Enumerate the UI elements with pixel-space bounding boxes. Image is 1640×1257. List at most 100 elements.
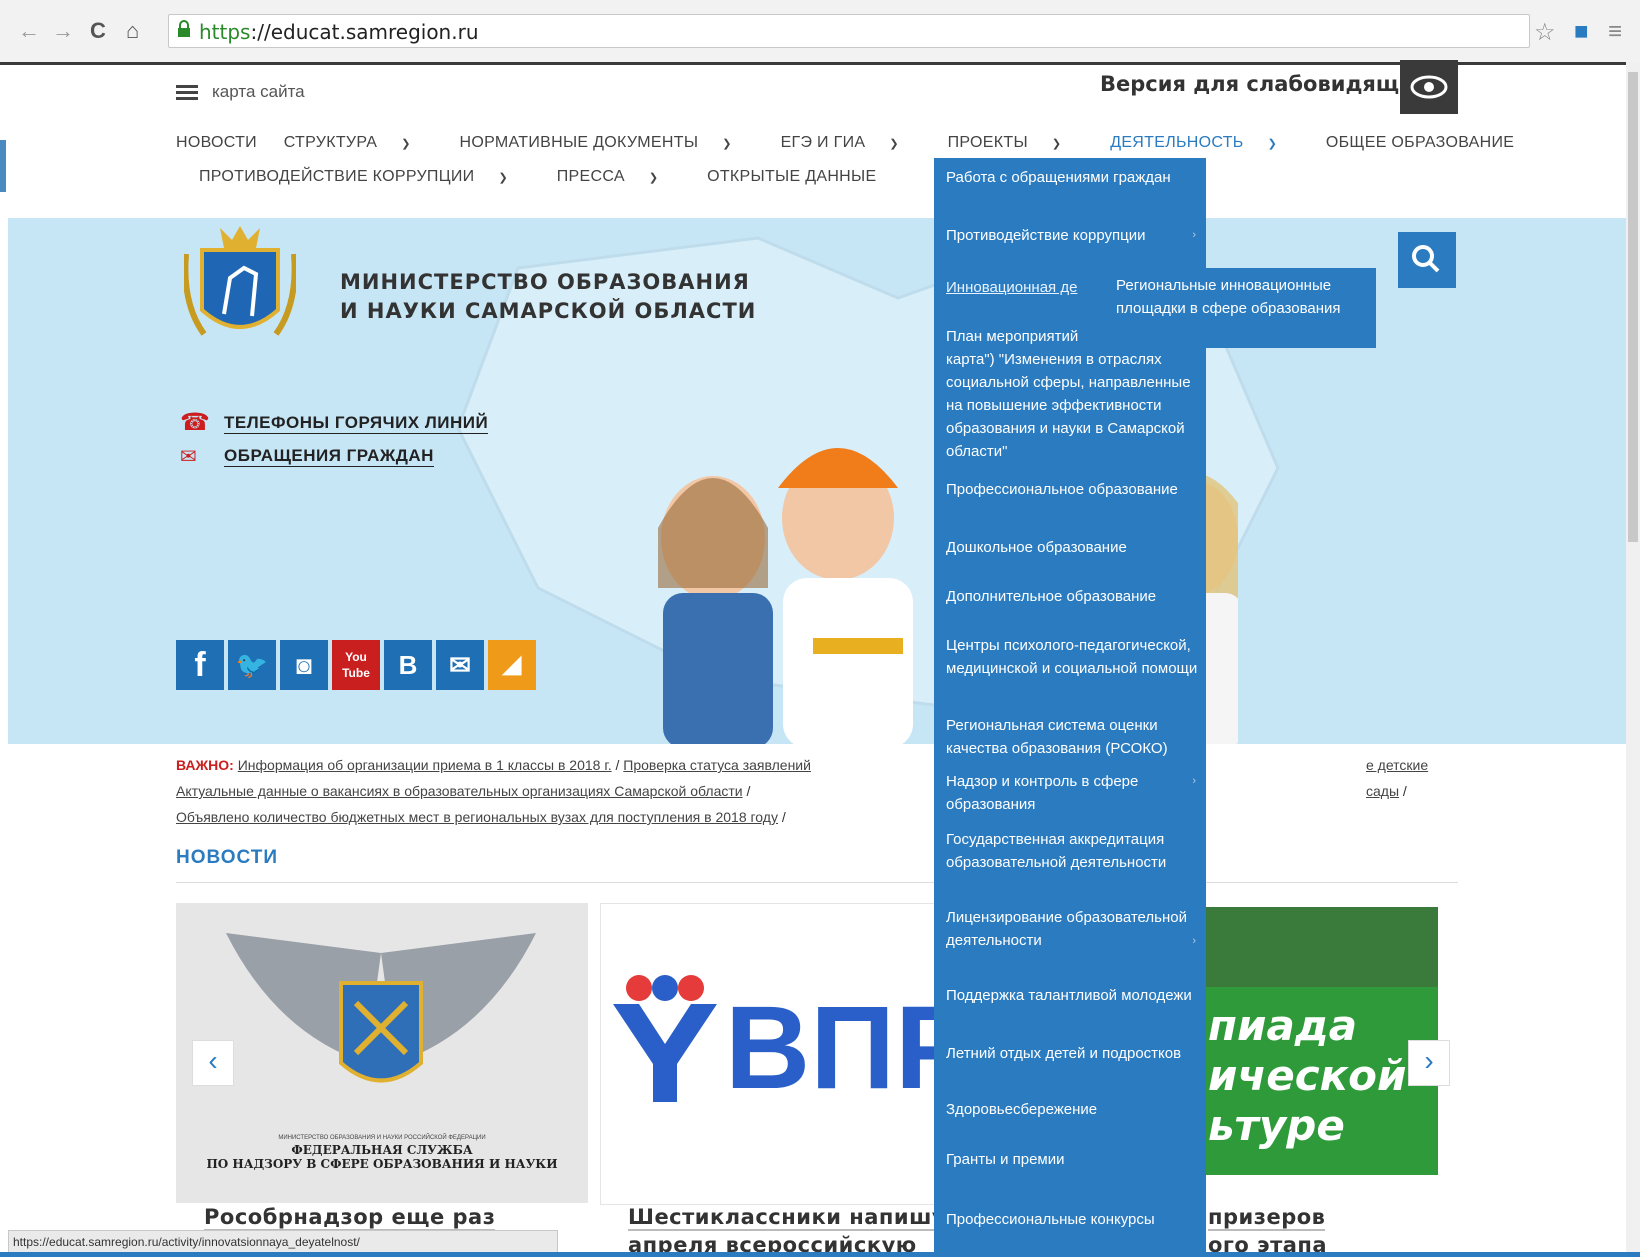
nav-open-data[interactable]: ОТКРЫТЫЕ ДАННЫЕ (707, 168, 876, 185)
eye-icon (1410, 75, 1448, 99)
chevron-down-icon: ❯ (722, 138, 732, 150)
vkontakte-icon[interactable]: В (384, 640, 432, 690)
important-label: ВАЖНО: (176, 757, 234, 773)
notice-vacancies-link[interactable]: Актуальные данные о вакансиях в образова… (176, 783, 743, 799)
sitemap-link[interactable]: карта сайта (176, 82, 305, 103)
carousel-next-button[interactable]: › (1408, 1040, 1450, 1086)
menu-item-talent-support[interactable]: Поддержка талантливой молодежи (946, 984, 1202, 1007)
nav-structure[interactable]: СТРУКТУРА ❯ (284, 134, 433, 151)
youtube-icon[interactable]: You Tube (332, 640, 380, 690)
rss-icon[interactable]: ◢ (488, 640, 536, 690)
rosobrnadzor-emblem (226, 933, 536, 1083)
reload-icon[interactable]: C (90, 18, 106, 44)
news-card-image[interactable]: ВПР (600, 903, 936, 1205)
chevron-down-icon: ❯ (648, 172, 659, 184)
menu-item-health[interactable]: Здоровьесбережение (946, 1098, 1202, 1121)
news-card2-title[interactable]: Шестиклассники напишут 2 (628, 1205, 982, 1231)
address-url: https://educat.samregion.ru (199, 20, 479, 44)
taskbar-edge (0, 1252, 1640, 1257)
notice-status-check-link[interactable]: Проверка статуса заявлений (623, 757, 811, 773)
chevron-down-icon: ❯ (401, 138, 411, 150)
news-card1-title[interactable]: Рособрнадзор еще раз (204, 1205, 496, 1231)
notice-kindergarten-link[interactable]: е детские сады (1366, 757, 1428, 799)
nav-projects[interactable]: ПРОЕКТЫ ❯ (948, 134, 1084, 151)
main-nav-row1: НОВОСТИ СТРУКТУРА ❯ НОРМАТИВНЫЕ ДОКУМЕНТЫ… (176, 134, 1536, 152)
citizen-appeals-link[interactable]: ОБРАЩЕНИЯ ГРАЖДАН (224, 446, 434, 467)
extension-icon[interactable]: ■ (1574, 18, 1589, 46)
menu-item-citizen-appeals[interactable]: Работа с обращениями граждан (946, 166, 1202, 189)
back-icon[interactable]: ← (18, 18, 40, 44)
chevron-down-icon: ❯ (1267, 138, 1278, 150)
news-card-image[interactable]: МИНИСТЕРСТВО ОБРАЗОВАНИЯ И НАУКИ РОССИЙС… (176, 903, 588, 1203)
chevron-left-icon: ‹ (208, 1045, 218, 1076)
coat-of-arms-emblem (184, 226, 296, 336)
home-icon[interactable]: ⌂ (126, 18, 139, 44)
menu-item-professional-education[interactable]: Профессиональное образование (946, 478, 1202, 501)
browser-toolbar: ← → C ⌂ https://educat.samregion.ru ☆ ■ … (0, 0, 1640, 65)
nav-anti-corruption[interactable]: ПРОТИВОДЕЙСТВИЕ КОРРУПЦИИ ❯ (199, 168, 530, 185)
chevron-down-icon: ❯ (889, 138, 899, 150)
card1-caption-small: МИНИСТЕРСТВО ОБРАЗОВАНИЯ И НАУКИ РОССИЙС… (278, 1135, 486, 1141)
twitter-icon[interactable]: 🐦 (228, 640, 276, 690)
mail-icon[interactable]: ✉ (436, 640, 484, 690)
menu-item-quality-assessment[interactable]: Региональная система оценки качества обр… (946, 714, 1202, 760)
menu-item-licensing[interactable]: Лицензирование образовательной деятельно… (946, 906, 1202, 952)
search-button[interactable] (1398, 232, 1456, 288)
menu-item-competitions[interactable]: Профессиональные конкурсы (946, 1208, 1202, 1231)
chevron-right-icon: › (1424, 1045, 1434, 1076)
vpr-logo-text: ВПР (725, 982, 935, 1114)
address-bar[interactable]: https://educat.samregion.ru (168, 14, 1530, 48)
innovation-submenu: Региональные инновационные площадки в сф… (1106, 268, 1376, 348)
menu-item-supervision[interactable]: Надзор и контроль в сфере образования › (946, 770, 1202, 816)
instagram-icon[interactable]: ◙ (280, 640, 328, 690)
menu-item-action-plan-cont[interactable]: карта") "Изменения в отраслях социальной… (946, 348, 1202, 463)
ministry-title: МИНИСТЕРСТВО ОБРАЗОВАНИЯ И НАУКИ САМАРСКО… (340, 270, 757, 323)
chevron-down-icon: ❯ (1051, 138, 1062, 150)
divider (176, 882, 1458, 883)
menu-item-summer-rest[interactable]: Летний отдых детей и подростков (946, 1042, 1202, 1065)
scrollbar-thumb[interactable] (1628, 72, 1638, 542)
news-card3-title[interactable]: призеров (1208, 1205, 1326, 1231)
page-scrollbar[interactable] (1626, 62, 1640, 1257)
notice-budget-places-link[interactable]: Объявлено количество бюджетных мест в ре… (176, 809, 778, 825)
menu-item-preschool[interactable]: Дошкольное образование (946, 536, 1202, 559)
search-icon (1412, 245, 1440, 273)
menu-item-additional-education[interactable]: Дополнительное образование (946, 585, 1202, 608)
envelope-icon: ✉ (180, 446, 197, 468)
menu-item-psych-centers[interactable]: Центры психолого-педагогической, медицин… (946, 634, 1202, 680)
nav-exams[interactable]: ЕГЭ И ГИА ❯ (781, 134, 921, 151)
chevron-right-icon: › (1192, 775, 1196, 787)
facebook-icon[interactable]: f (176, 640, 224, 690)
chevron-right-icon: › (1192, 935, 1196, 947)
nav-activity[interactable]: ДЕЯТЕЛЬНОСТЬ ❯ (1110, 134, 1299, 151)
bookmark-star-icon[interactable]: ☆ (1534, 18, 1556, 47)
menu-item-action-plan[interactable]: План мероприятий (946, 325, 1096, 348)
nav-news[interactable]: НОВОСТИ (176, 134, 257, 151)
nav-general-education[interactable]: ОБЩЕЕ ОБРАЗОВАНИЕ (1326, 134, 1514, 151)
chevron-right-icon: › (1192, 229, 1196, 241)
menu-item-grants[interactable]: Гранты и премии (946, 1148, 1202, 1171)
hamburger-icon (176, 82, 198, 103)
browser-status-bar: https://educat.samregion.ru/activity/inn… (8, 1230, 558, 1254)
menu-item-accreditation[interactable]: Государственная аккредитация образовател… (946, 828, 1202, 874)
card1-caption: ФЕДЕРАЛЬНАЯ СЛУЖБА ПО НАДЗОРУ В СФЕРЕ ОБР… (206, 1143, 558, 1171)
low-vision-button[interactable] (1400, 60, 1458, 114)
carousel-prev-button[interactable]: ‹ (192, 1040, 234, 1086)
phone-icon: ☎ (180, 409, 210, 436)
olympiad-banner-text: пиада ической ьтуре (1208, 1001, 1407, 1150)
menu-icon[interactable]: ≡ (1608, 18, 1622, 46)
notice-first-grade-link[interactable]: Информация об организации приема в 1 кла… (238, 757, 612, 773)
forward-icon[interactable]: → (52, 18, 74, 44)
news-card-image[interactable]: пиада ической ьтуре (1206, 907, 1438, 1175)
lock-icon (178, 20, 190, 37)
important-notices: ВАЖНО: Информация об организации приема … (176, 757, 1429, 825)
vpr-logo-figure (613, 975, 717, 1102)
menu-item-anti-corruption[interactable]: Противодействие коррупции › (946, 224, 1202, 247)
nav-regulations[interactable]: НОРМАТИВНЫЕ ДОКУМЕНТЫ ❯ (460, 134, 754, 151)
main-nav-row2: ПРОТИВОДЕЙСТВИЕ КОРРУПЦИИ ❯ ПРЕССА ❯ ОТКРЫ… (199, 168, 898, 186)
hotline-link[interactable]: ТЕЛЕФОНЫ ГОРЯЧИХ ЛИНИЙ (224, 413, 489, 434)
news-heading: НОВОСТИ (176, 847, 279, 868)
nav-press[interactable]: ПРЕССА ❯ (557, 168, 681, 185)
submenu-item-regional-innovation-sites[interactable]: Региональные инновационные площадки в сф… (1116, 274, 1376, 320)
low-vision-label[interactable]: Версия для слабовидящих (1100, 72, 1427, 96)
